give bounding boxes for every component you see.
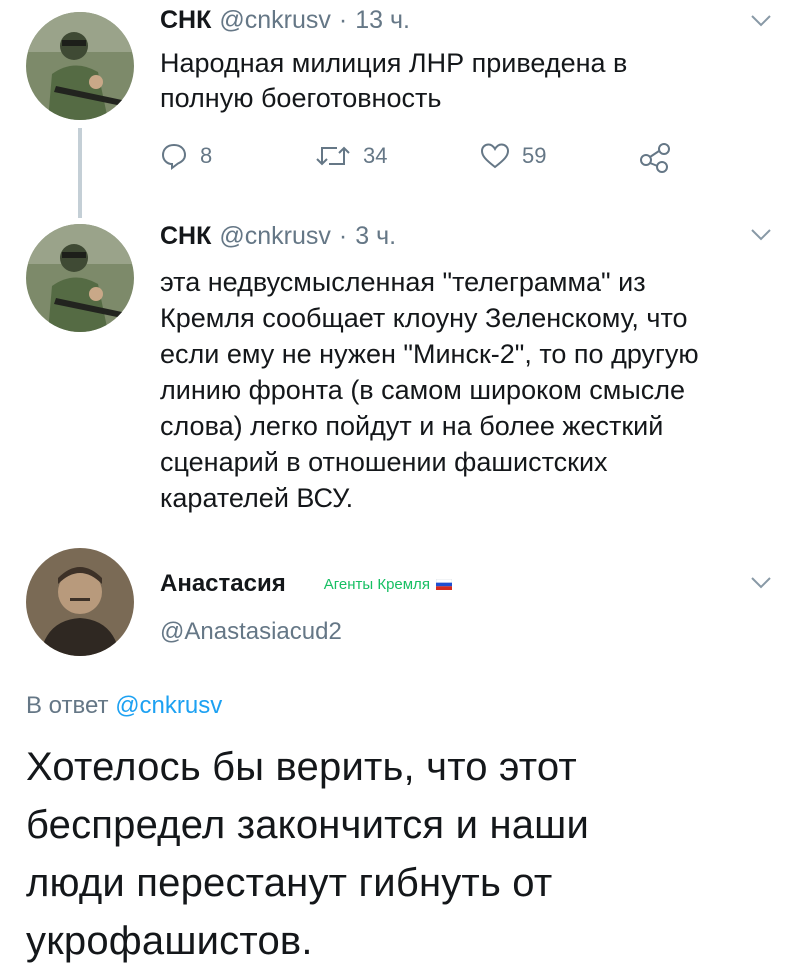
separator: · — [338, 222, 348, 250]
retweet-icon[interactable] — [315, 142, 351, 170]
avatar[interactable] — [26, 224, 134, 332]
retweet-action[interactable]: 34 — [315, 142, 387, 170]
timestamp[interactable]: 13 ч. — [355, 6, 410, 35]
author-name[interactable]: СНК — [160, 222, 211, 251]
user-badge: Агенты Кремля — [324, 576, 452, 593]
author-handle[interactable]: @cnkrusv — [219, 222, 331, 251]
main-tweet-text: Хотелось бы верить, что этот беспредел з… — [26, 738, 786, 970]
tweet-text: Народная милиция ЛНР приведена в полную … — [160, 46, 760, 116]
reply-action[interactable]: 8 — [160, 142, 212, 170]
tweet-text-line: Хотелось бы верить, что этот — [26, 745, 577, 789]
tweet-text-line: полную боеготовность — [160, 83, 442, 113]
tweet-text-line: линию фронта (в самом широком смысле — [160, 375, 686, 405]
tweet-text-line: люди перестанут гибнуть от — [26, 861, 553, 905]
tweet-text-line: карателей ВСУ. — [160, 483, 354, 513]
thread-line — [78, 128, 82, 218]
reply-count: 8 — [200, 143, 213, 168]
author-handle[interactable]: @Anastasiacud2 — [160, 618, 342, 646]
reply-context: В ответ @cnkrusv — [26, 692, 222, 720]
timestamp[interactable]: 3 ч. — [355, 222, 396, 251]
tweet-text-line: сценарий в отношении фашистских — [160, 447, 608, 477]
author-name[interactable]: СНК — [160, 6, 211, 35]
chevron-down-icon[interactable] — [750, 228, 772, 242]
tweet-text-line: слова) легко пойдут и на более жесткий — [160, 411, 664, 441]
chevron-down-icon[interactable] — [750, 576, 772, 590]
author-handle[interactable]: @cnkrusv — [219, 6, 331, 35]
like-action[interactable]: 59 — [480, 142, 546, 170]
russian-flag-icon — [435, 578, 452, 590]
separator: · — [338, 6, 348, 34]
tweet-text-line: укрофашистов. — [26, 919, 313, 963]
tweet-text: эта недвусмысленная "телеграмма" из Крем… — [160, 264, 780, 516]
chevron-down-icon[interactable] — [750, 14, 772, 28]
reply-prefix: В ответ — [26, 692, 109, 719]
tweet-text-line: Народная милиция ЛНР приведена в — [160, 48, 628, 78]
author-name[interactable]: Анастасия — [160, 570, 286, 598]
tweet-text-line: эта недвусмысленная "телеграмма" из — [160, 267, 646, 297]
share-icon[interactable] — [638, 140, 672, 174]
badge-label: Агенты Кремля — [323, 575, 430, 593]
tweet-text-line: Кремля сообщает клоуну Зеленскому, что — [160, 303, 688, 333]
reply-icon[interactable] — [160, 142, 188, 170]
like-icon[interactable] — [480, 142, 510, 170]
tweet-text-line: если ему не нужен "Минск-2", то по другу… — [160, 339, 699, 369]
avatar[interactable] — [26, 548, 134, 656]
tweet-text-line: беспредел закончится и наши — [26, 803, 590, 847]
like-count: 59 — [522, 143, 547, 168]
reply-to-link[interactable]: @cnkrusv — [115, 692, 222, 719]
avatar[interactable] — [26, 12, 134, 120]
retweet-count: 34 — [363, 143, 388, 168]
